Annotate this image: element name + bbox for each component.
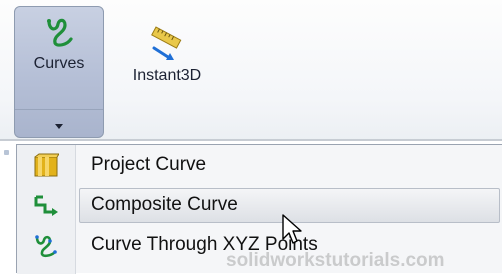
project-curve-icon [34, 153, 59, 177]
chevron-down-icon[interactable] [55, 124, 63, 129]
menu-item-composite-curve[interactable]: Composite Curve [17, 187, 502, 225]
curves-icon [47, 18, 73, 47]
menu-item-project-curve[interactable]: Project Curve [17, 147, 502, 185]
composite-curve-icon [34, 195, 58, 216]
curve-xyz-icon [35, 235, 57, 258]
menu-item-label: Composite Curve [91, 194, 238, 215]
curves-flyout-button[interactable]: Curves [14, 6, 104, 138]
instant3d-icon [151, 26, 182, 60]
menu-item-label: Project Curve [91, 154, 207, 175]
ribbon-toolbar: Curves Instant3D [0, 0, 502, 141]
instant3d-button[interactable]: Instant3D [112, 16, 222, 96]
ribbon-divider [0, 139, 502, 141]
mouse-pointer-icon [282, 214, 302, 244]
instant3d-label: Instant3D [132, 67, 202, 84]
curves-label: Curves [33, 55, 85, 72]
ribbon-edge-marker [4, 150, 9, 155]
watermark: solidworkstutorials.com [226, 250, 445, 271]
curves-button-main[interactable]: Curves [15, 7, 103, 110]
